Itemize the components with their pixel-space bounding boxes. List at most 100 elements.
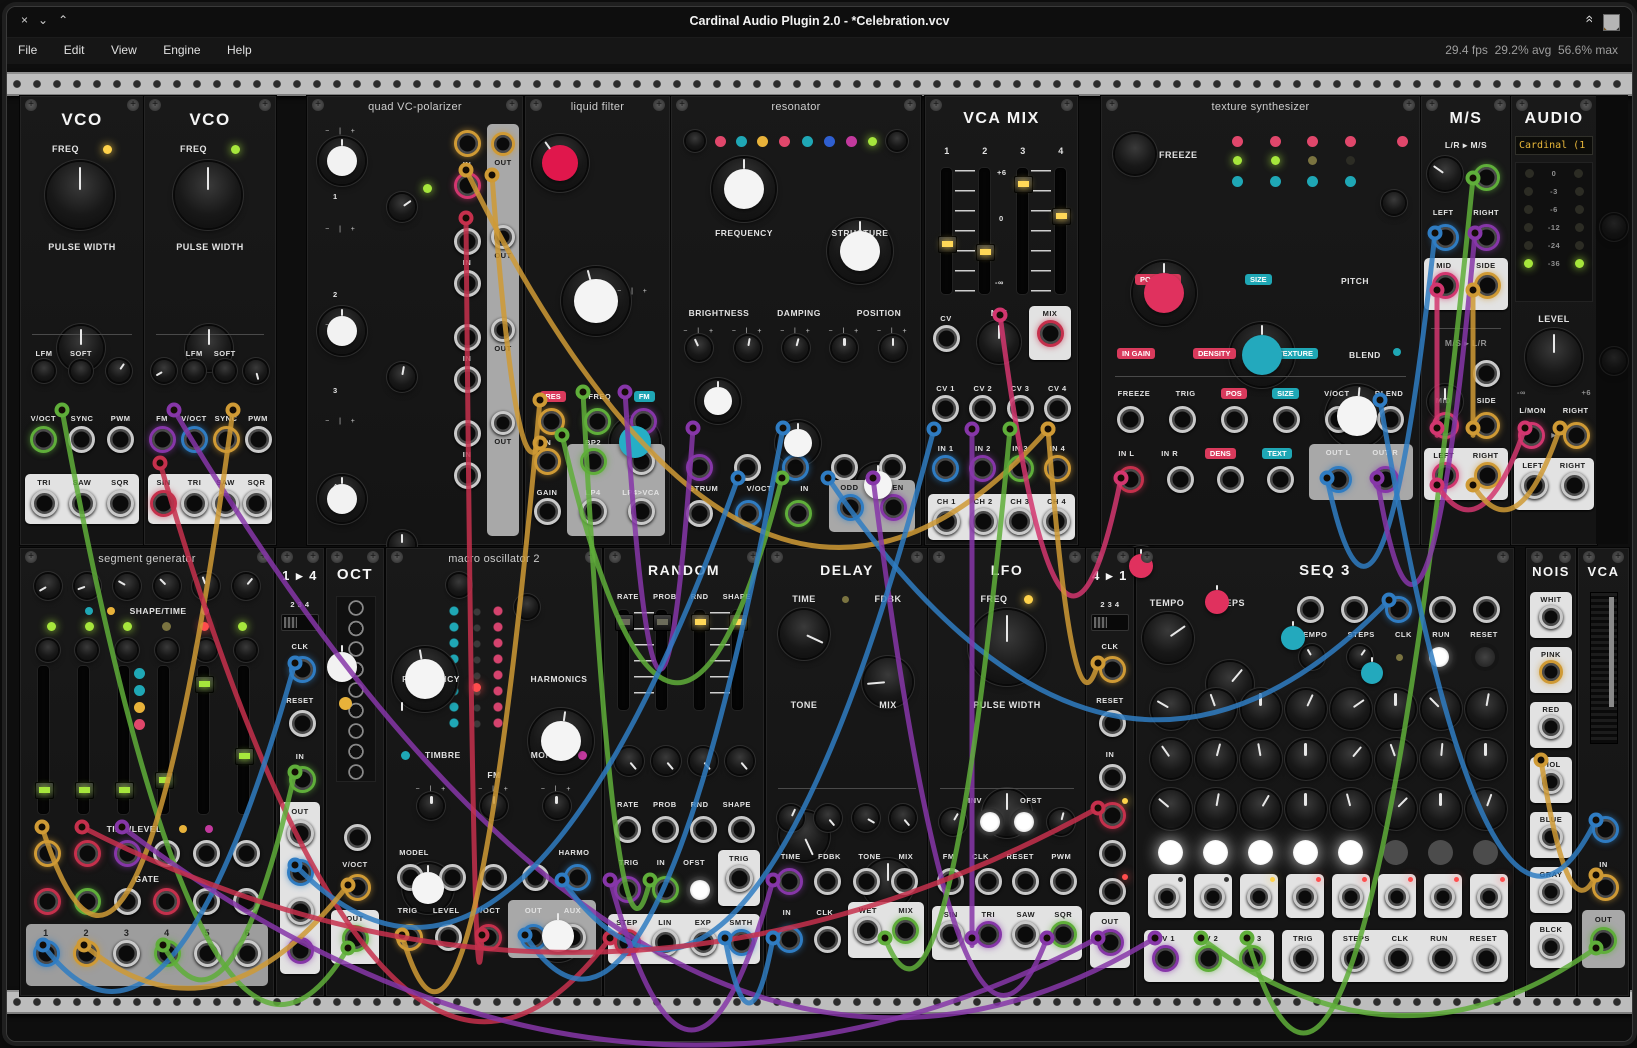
level-slider[interactable] — [1590, 592, 1618, 744]
cv3-step-knob[interactable] — [1377, 790, 1415, 828]
in-jack-3[interactable] — [454, 324, 481, 351]
sin-output-jack[interactable] — [937, 921, 964, 948]
out-jack-4[interactable] — [287, 937, 314, 964]
fm-input-jack[interactable] — [937, 868, 964, 895]
smth-output-jack[interactable] — [728, 929, 755, 956]
collapse-icon[interactable]: » — [1580, 15, 1596, 23]
in-r-jack[interactable] — [1167, 466, 1194, 493]
time-level-jack-1[interactable] — [34, 840, 61, 867]
audio-device-display[interactable]: Cardinal (1 — [1515, 136, 1593, 155]
level-slider-6[interactable] — [238, 666, 249, 814]
mix-output-jack[interactable] — [1037, 320, 1064, 347]
right-input-jack[interactable] — [1473, 224, 1500, 251]
harmo-cv-jack[interactable] — [564, 864, 591, 891]
gray-output-jack[interactable] — [1539, 880, 1563, 904]
cv3-step-knob[interactable] — [1467, 790, 1505, 828]
level-slider-5[interactable] — [198, 666, 209, 814]
tone-att-knob[interactable] — [854, 806, 878, 830]
cv-input-jack[interactable] — [1592, 816, 1619, 843]
encode-width-knob[interactable] — [1429, 158, 1461, 190]
mode-knob-right[interactable] — [888, 132, 906, 150]
slider-handle[interactable] — [75, 782, 94, 799]
slider-handle[interactable] — [155, 772, 174, 789]
voct-input-jack[interactable] — [735, 500, 762, 527]
structure-att-knob[interactable] — [832, 336, 856, 360]
gate-out-jack-2[interactable] — [1201, 885, 1225, 909]
pink-output-jack[interactable] — [1539, 660, 1563, 684]
gate-jack-6[interactable] — [233, 888, 260, 915]
time-knob[interactable] — [780, 610, 828, 658]
level-slider-3[interactable] — [118, 666, 129, 814]
position-knob[interactable] — [1133, 262, 1195, 324]
level-slider-4[interactable] — [158, 666, 169, 814]
fm-amount-knob[interactable] — [611, 418, 659, 466]
pwm-attenuator-knob[interactable] — [245, 360, 267, 382]
gate-out-jack-6[interactable] — [1385, 885, 1409, 909]
audio-in-jack[interactable] — [534, 448, 561, 475]
out-jack-3[interactable] — [287, 898, 314, 925]
cv2-step-knob[interactable] — [1152, 740, 1190, 778]
time-cv-jack[interactable] — [776, 868, 803, 895]
cv-jack-2[interactable] — [454, 270, 481, 297]
left-input-jack[interactable] — [1432, 224, 1459, 251]
tri-output-jack[interactable] — [181, 490, 208, 517]
segment-out-jack-2[interactable] — [73, 940, 100, 967]
brightness-knob[interactable] — [697, 380, 739, 422]
out-jack-1[interactable] — [287, 820, 314, 847]
sqr-output-jack[interactable] — [243, 490, 270, 517]
right-output-jack[interactable] — [1561, 472, 1588, 499]
fdbk-cv-jack[interactable] — [814, 868, 841, 895]
shape-slider[interactable] — [732, 610, 743, 710]
voct-input-jack[interactable] — [344, 874, 371, 901]
cv-input-jack[interactable] — [344, 824, 371, 851]
prob-cv-jack[interactable] — [652, 816, 679, 843]
gate-jack-4[interactable] — [153, 888, 180, 915]
cv1-step-knob[interactable] — [1197, 690, 1235, 728]
lp4-output-jack[interactable] — [580, 498, 607, 525]
right-input-jack[interactable] — [1563, 422, 1590, 449]
in-jack-3[interactable] — [1099, 840, 1126, 867]
side-output-jack[interactable] — [1474, 272, 1501, 299]
audio-input-jack[interactable] — [785, 500, 812, 527]
frequency-att-knob[interactable] — [736, 336, 760, 360]
rate-cv-jack[interactable] — [614, 816, 641, 843]
prob-handle[interactable] — [653, 614, 672, 631]
cv2-step-knob[interactable] — [1242, 740, 1280, 778]
cv1-step-knob[interactable] — [1152, 690, 1190, 728]
reset-button[interactable] — [1475, 647, 1495, 667]
harmonics-knob[interactable] — [530, 710, 592, 772]
gate-out-jack-7[interactable] — [1431, 885, 1455, 909]
in-jack-4[interactable] — [1099, 878, 1126, 905]
cv1-output-jack[interactable] — [1152, 945, 1179, 972]
cv3-output-jack[interactable] — [1239, 945, 1266, 972]
sin-output-jack[interactable] — [150, 490, 177, 517]
cv-amount-knob-1[interactable] — [389, 194, 415, 220]
bp2-output-jack[interactable] — [580, 448, 607, 475]
fdbk-knob[interactable] — [864, 658, 912, 706]
gain-knob-1[interactable] — [319, 138, 365, 184]
damping-knob[interactable] — [777, 422, 819, 464]
tempo-att-knob[interactable] — [1301, 646, 1323, 668]
brightness-cv-jack[interactable] — [686, 454, 713, 481]
ch1-output-jack[interactable] — [933, 508, 960, 535]
pwm-input-jack[interactable] — [245, 426, 272, 453]
cv1-step-knob[interactable] — [1377, 690, 1415, 728]
cv1-step-knob[interactable] — [1287, 690, 1325, 728]
violet-output-jack[interactable] — [1539, 770, 1563, 794]
in-jack[interactable] — [776, 926, 803, 953]
prob-slider[interactable] — [656, 610, 667, 710]
segment-out-jack-5[interactable] — [194, 940, 221, 967]
red-output-jack[interactable] — [1539, 715, 1563, 739]
gain-knob-2[interactable] — [319, 308, 365, 354]
model-button-right[interactable] — [516, 596, 538, 618]
time-level-jack-5[interactable] — [193, 840, 220, 867]
time-level-jack-3[interactable] — [114, 840, 141, 867]
slider-handle[interactable] — [35, 782, 54, 799]
menu-view[interactable]: View — [100, 38, 148, 62]
cv1-jack[interactable] — [932, 395, 959, 422]
lp4vca-output-jack[interactable] — [628, 498, 655, 525]
menu-engine[interactable]: Engine — [152, 38, 211, 62]
morph-cv-jack[interactable] — [522, 864, 549, 891]
gate-jack-5[interactable] — [193, 888, 220, 915]
menu-file[interactable]: File — [7, 38, 48, 62]
